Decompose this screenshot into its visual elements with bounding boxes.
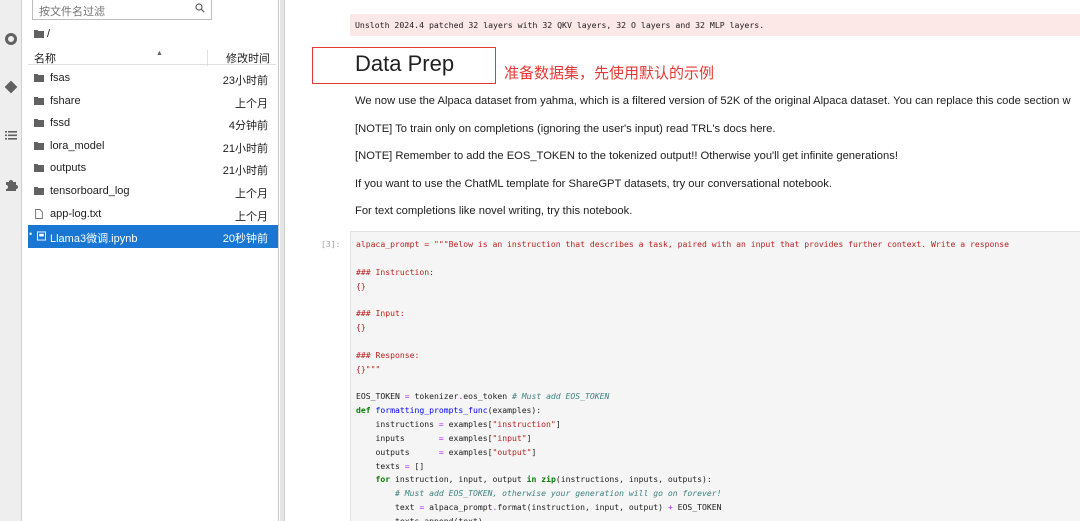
folder-icon: [34, 141, 44, 150]
running-dot-icon: •: [29, 229, 33, 240]
cut-icon[interactable]: ✂: [346, 0, 354, 3]
file-modified: 上个月: [235, 210, 268, 223]
file-modified: 上个月: [235, 187, 268, 200]
markdown-paragraph: For text completions like novel writing,…: [355, 205, 633, 217]
file-name: lora_model: [50, 139, 105, 152]
list-item[interactable]: app-log.txt 上个月: [28, 203, 278, 226]
code-text: ### Instruction: {} ### Input: {} ### Re…: [356, 266, 434, 374]
file-modified: 上个月: [235, 97, 268, 110]
cell-output-warning: Unsloth 2024.4 patched 32 layers with 32…: [350, 14, 1080, 36]
markdown-paragraph: [NOTE] To train only on completions (ign…: [355, 123, 776, 135]
list-item-selected[interactable]: • Llama3微调.ipynb 20秒钟前: [28, 225, 278, 248]
file-modified: 21小时前: [222, 142, 268, 155]
breadcrumb-path: /: [47, 28, 51, 40]
extension-icon[interactable]: [4, 178, 18, 192]
filter-input[interactable]: 按文件名过滤: [32, 0, 212, 20]
markdown-paragraph: We now use the Alpaca dataset from yahma…: [355, 95, 1071, 107]
folder-icon: [34, 30, 44, 38]
list-item[interactable]: outputs 21小时前: [28, 157, 278, 180]
panel-splitter[interactable]: [280, 0, 285, 521]
folder-icon: [34, 96, 44, 105]
list-item[interactable]: lora_model 21小时前: [28, 135, 278, 158]
code-cell[interactable]: alpaca_prompt = """Below is an instructi…: [350, 231, 1080, 521]
annotation-text: 准备数据集，先使用默认的示例: [504, 64, 715, 82]
sort-caret-icon: ▲: [156, 50, 163, 57]
list-item[interactable]: fsas 23小时前: [28, 67, 278, 90]
list-item[interactable]: fshare 上个月: [28, 90, 278, 113]
code-line-first: alpaca_prompt = """Below is an instructi…: [356, 239, 1009, 249]
file-browser: 按文件名过滤 / 名称 ▲ 修改时间 fsas 23小时前 fshare 上个月…: [22, 0, 279, 521]
column-name-header[interactable]: 名称: [34, 50, 56, 66]
folder-icon: [34, 186, 44, 195]
page-title: Data Prep: [355, 51, 455, 76]
folder-icon: [34, 164, 44, 173]
search-icon: [195, 3, 205, 13]
file-name: app-log.txt: [50, 207, 102, 220]
code-editor[interactable]: alpaca_prompt = """Below is an instructi…: [356, 238, 1009, 521]
file-modified: 4分钟前: [228, 120, 268, 133]
running-icon[interactable]: [4, 32, 18, 46]
filter-placeholder: 按文件名过滤: [39, 6, 105, 18]
notebook-toolbar: ■ + ✂ Markdown: [286, 0, 1080, 4]
file-name: Llama3微调.ipynb: [50, 233, 138, 246]
notebook-panel: ■ + ✂ Markdown Unsloth 2024.4 patched 32…: [286, 0, 1080, 521]
file-name: fssd: [50, 117, 71, 130]
notebook-icon: [37, 231, 46, 241]
column-modified-header[interactable]: 修改时间: [207, 50, 276, 66]
file-name: tensorboard_log: [50, 184, 130, 197]
markdown-paragraph: If you want to use the ChatML template f…: [355, 178, 832, 190]
file-list: fsas 23小时前 fshare 上个月 fssd 4分钟前 lora_mod…: [28, 67, 278, 248]
file-icon: [35, 208, 43, 219]
file-name: outputs: [50, 162, 87, 175]
file-modified: 20秒钟前: [222, 233, 268, 246]
add-cell-icon[interactable]: +: [316, 0, 322, 3]
breadcrumb[interactable]: /: [34, 28, 50, 40]
list-item[interactable]: fssd 4分钟前: [28, 112, 278, 135]
file-modified: 21小时前: [222, 165, 268, 178]
folder-icon: [34, 119, 44, 128]
markdown-paragraph: [NOTE] Remember to add the EOS_TOKEN to …: [355, 150, 898, 162]
file-list-header: 名称 ▲ 修改时间: [28, 47, 276, 66]
file-name: fshare: [50, 94, 81, 107]
save-icon[interactable]: ■: [292, 0, 298, 3]
activity-bar: [0, 0, 22, 521]
file-name: fsas: [50, 72, 71, 84]
git-icon[interactable]: [4, 80, 18, 94]
toc-icon[interactable]: [4, 128, 18, 142]
file-modified: 23小时前: [222, 75, 268, 87]
cell-execution-count: [3]:: [321, 240, 341, 249]
list-item[interactable]: tensorboard_log 上个月: [28, 180, 278, 203]
folder-icon: [34, 74, 44, 82]
cell-type-select[interactable]: Markdown: [466, 0, 512, 3]
